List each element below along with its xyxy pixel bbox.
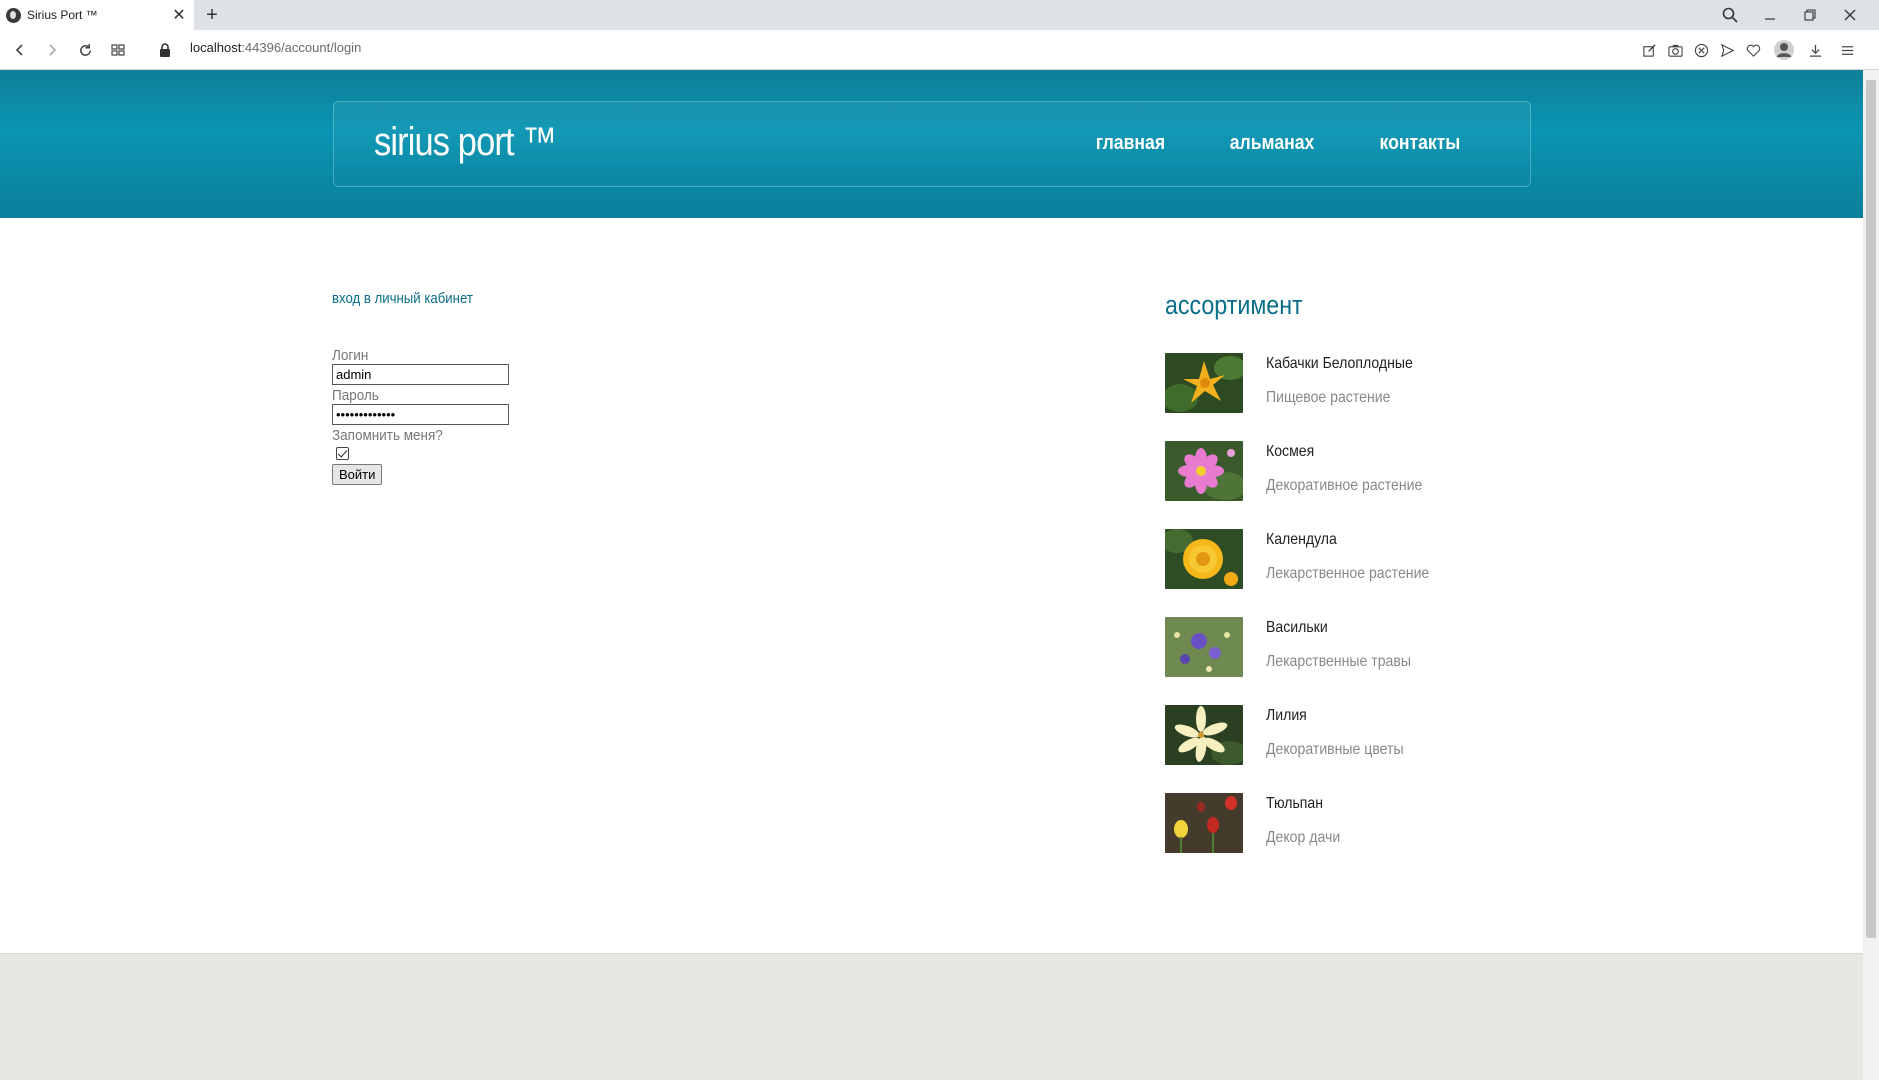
globe-icon [6,7,21,23]
main-nav: главная альманах контакты [1091,132,1466,155]
nav-link-home[interactable]: главная [1096,132,1165,155]
product-desc: Декор дачи [1266,829,1341,846]
shield-icon[interactable] [1691,40,1711,60]
menu-icon[interactable] [1837,40,1857,60]
zucchini-flower-image[interactable] [1165,353,1243,413]
submit-button[interactable]: Войти [332,464,383,485]
assortment-section: ассортимент Кабачки Белоплодные Пищевое … [1165,290,1565,853]
product-list: Кабачки Белоплодные Пищевое растение Кос… [1165,353,1545,881]
product-item[interactable]: Космея Декоративное растение [1165,441,1545,529]
site-header: sirius port ™ главная альманах контакты [0,70,1863,218]
url-path: :44396/account/login [241,40,362,55]
url-host: localhost [190,40,242,55]
product-item[interactable]: Календула Лекарственное растение [1165,529,1545,617]
close-window-icon[interactable] [1830,0,1870,30]
back-icon[interactable] [8,38,32,62]
login-form: Логин Пароль Запомнить меня? Войти [332,347,509,485]
address-bar[interactable]: localhost:44396/account/login [190,40,361,55]
product-name[interactable]: Календула [1266,531,1337,549]
login-title: вход в личный кабинет [332,290,473,307]
browser-window: Sirius Port ™ ✕ + localhost:44396/accoun… [0,0,1879,1080]
page-scrollbar[interactable] [1863,70,1879,1080]
calendula-flower-image[interactable] [1165,529,1243,589]
cosmos-flower-image[interactable] [1165,441,1243,501]
remember-label: Запомнить меня? [332,427,443,444]
scrollbar-thumb[interactable] [1866,80,1876,938]
product-name[interactable]: Космея [1266,443,1314,461]
edit-icon[interactable] [1639,40,1659,60]
product-desc: Лекарственные травы [1266,653,1411,670]
remember-checkbox[interactable] [336,447,349,460]
close-tab-icon[interactable]: ✕ [170,5,188,25]
browser-tab[interactable]: Sirius Port ™ ✕ [0,0,194,30]
site-logo[interactable]: sirius port ™ [374,120,557,165]
password-input[interactable] [332,404,509,425]
nav-link-almanac[interactable]: альманах [1230,132,1315,155]
heart-icon[interactable] [1743,40,1763,60]
camera-icon[interactable] [1665,40,1685,60]
reload-icon[interactable] [73,38,97,62]
login-label: Логин [332,347,369,364]
tulip-flower-image[interactable] [1165,793,1243,853]
address-toolbar: localhost:44396/account/login [0,30,1879,70]
site-footer [0,953,1863,1080]
tab-grid-icon[interactable] [106,38,130,62]
login-input[interactable] [332,364,509,385]
assortment-title: ассортимент [1165,290,1303,320]
product-name[interactable]: Лилия [1266,707,1307,725]
tab-strip: Sirius Port ™ ✕ + [0,0,1879,30]
page-viewport: sirius port ™ главная альманах контакты … [0,70,1863,1080]
send-icon[interactable] [1717,40,1737,60]
product-name[interactable]: Тюльпан [1266,795,1323,813]
cornflower-image[interactable] [1165,617,1243,677]
product-name[interactable]: Васильки [1266,619,1328,637]
download-icon[interactable] [1805,40,1825,60]
profile-avatar-icon[interactable] [1772,38,1796,62]
product-desc: Лекарственное растение [1266,565,1430,582]
restore-icon[interactable] [1790,0,1830,30]
password-label: Пароль [332,387,379,404]
product-item[interactable]: Васильки Лекарственные травы [1165,617,1545,705]
product-desc: Декоративное растение [1266,477,1423,494]
product-item[interactable]: Тюльпан Декор дачи [1165,793,1545,881]
lily-flower-image[interactable] [1165,705,1243,765]
product-desc: Пищевое растение [1266,389,1391,406]
tab-title: Sirius Port ™ [27,8,98,22]
product-item[interactable]: Кабачки Белоплодные Пищевое растение [1165,353,1545,441]
login-section: вход в личный кабинет Логин Пароль Запом… [332,290,932,485]
product-name[interactable]: Кабачки Белоплодные [1266,355,1413,373]
product-item[interactable]: Лилия Декоративные цветы [1165,705,1545,793]
product-desc: Декоративные цветы [1266,741,1404,758]
nav-link-contacts[interactable]: контакты [1380,132,1461,155]
lock-icon[interactable] [158,42,172,58]
nav-container: sirius port ™ главная альманах контакты [333,101,1531,187]
minimize-icon[interactable] [1750,0,1790,30]
new-tab-icon[interactable]: + [200,3,224,27]
search-tabs-icon[interactable] [1710,0,1750,30]
forward-icon[interactable] [40,38,64,62]
